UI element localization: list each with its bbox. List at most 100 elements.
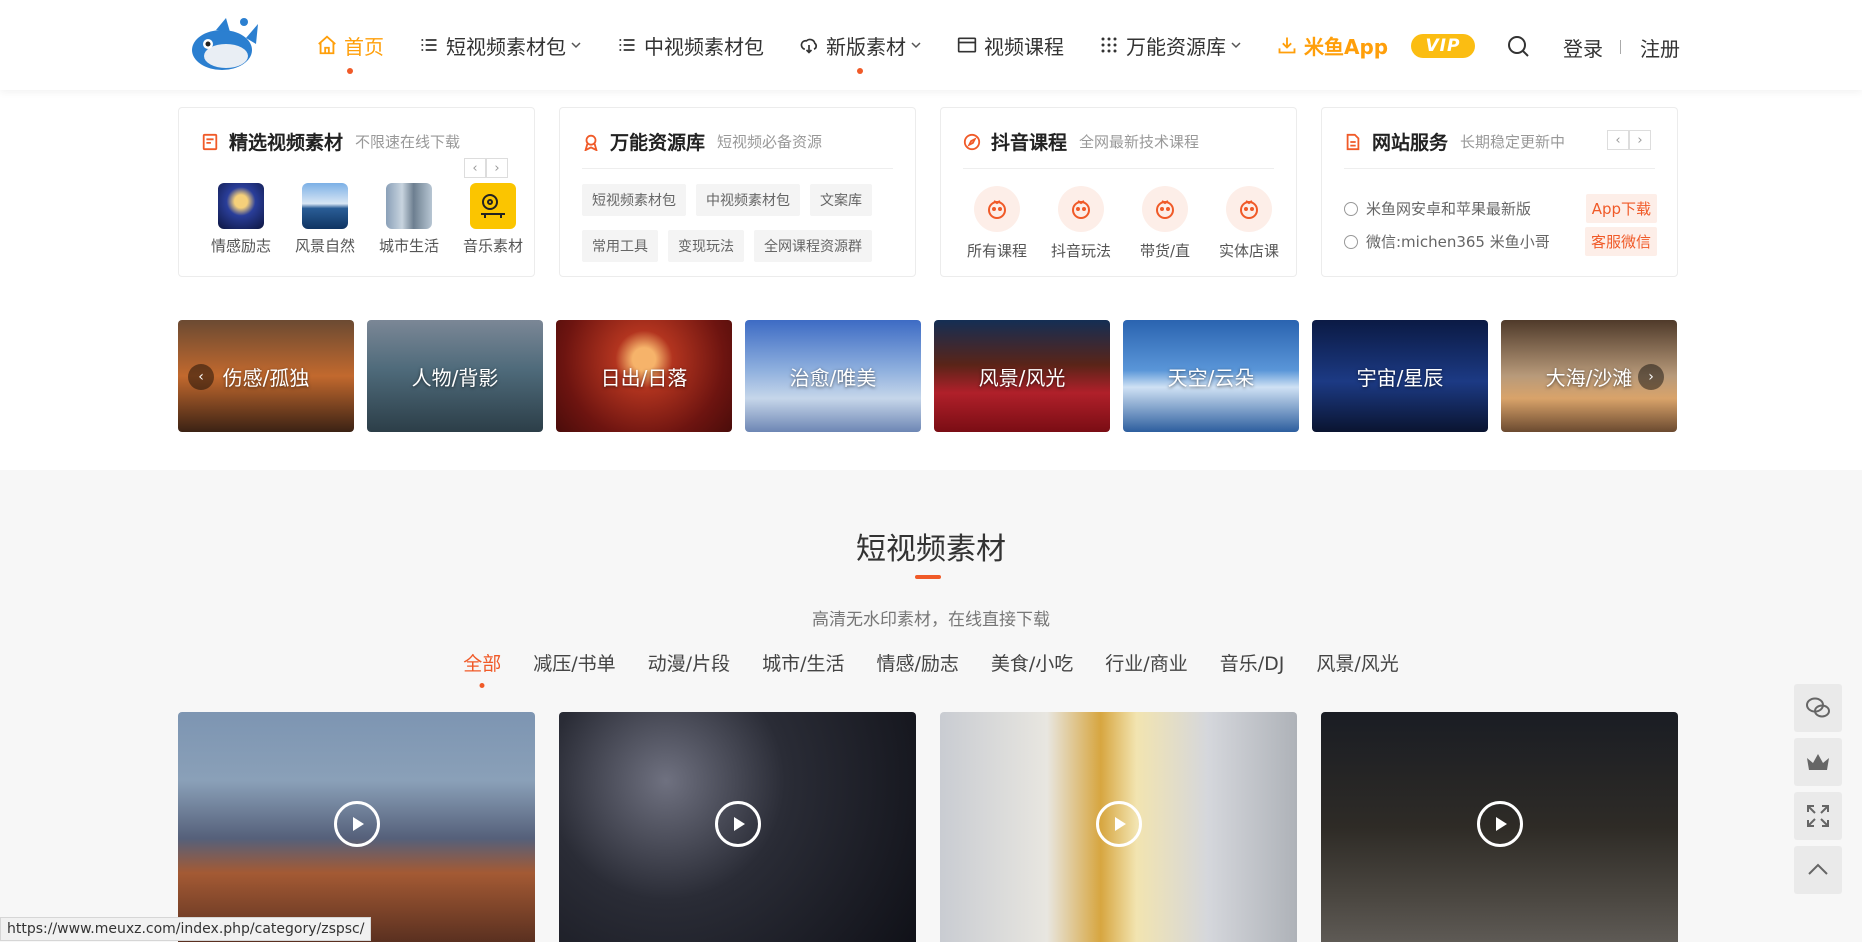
search-icon[interactable]	[1506, 34, 1530, 58]
filter-tab[interactable]: 美食/小吃	[991, 649, 1073, 676]
resource-tag[interactable]: 文案库	[810, 184, 872, 216]
resource-tag[interactable]: 全网课程资源群	[754, 230, 872, 262]
play-icon[interactable]	[1095, 801, 1142, 847]
video-card[interactable]	[559, 712, 916, 942]
main-nav: 首页 短视频素材包 中视频素材包 新版素材 视频课程 万能资源库 米鱼App	[316, 0, 1422, 90]
play-icon[interactable]	[714, 801, 761, 847]
vip-badge[interactable]: VIP	[1411, 34, 1475, 58]
nav-resources[interactable]: 万能资源库	[1098, 0, 1242, 90]
active-dot	[479, 683, 485, 688]
emotion-thumb	[218, 183, 264, 229]
arrow-up-icon[interactable]	[1794, 846, 1842, 894]
document-icon	[202, 133, 218, 150]
award-icon	[584, 134, 598, 151]
nav-app[interactable]: 米鱼App	[1276, 0, 1388, 90]
course-item[interactable]: 所有课程	[955, 186, 1039, 261]
card-title: 网站服务	[1372, 132, 1449, 154]
filter-tab[interactable]: 动漫/片段	[648, 649, 730, 676]
course-icon	[1226, 186, 1272, 232]
nav-short-pack-label: 短视频素材包	[446, 34, 566, 59]
card-title: 抖音课程	[991, 132, 1068, 154]
banner-label: 风景/风光	[978, 365, 1066, 390]
resource-tag[interactable]: 变现玩法	[668, 230, 744, 262]
floating-toolbar	[1794, 684, 1842, 900]
wechat-icon[interactable]	[1794, 684, 1842, 732]
banner-item[interactable]: 天空/云朵	[1123, 320, 1299, 432]
download-icon	[1276, 34, 1298, 56]
site-logo[interactable]	[186, 14, 260, 74]
new-dot	[857, 68, 863, 74]
chevron-left-icon[interactable]: ‹	[464, 158, 486, 178]
card-subtitle: 短视频必备资源	[717, 133, 823, 151]
chevron-right-icon[interactable]: ›	[1629, 130, 1651, 150]
course-item[interactable]: 带货/直	[1123, 186, 1207, 261]
filter-tab[interactable]: 音乐/DJ	[1220, 649, 1285, 676]
category-label: 城市生活	[378, 237, 439, 255]
course-item[interactable]: 抖音玩法	[1039, 186, 1123, 261]
banner-item[interactable]: 人物/背影	[367, 320, 543, 432]
card-header: 万能资源库 短视频必备资源	[582, 128, 822, 155]
home-icon	[316, 34, 338, 56]
resource-tag[interactable]: 常用工具	[582, 230, 658, 262]
category-city[interactable]: 城市生活	[367, 183, 451, 256]
grid-icon	[1098, 34, 1120, 56]
register-link[interactable]: 注册	[1640, 33, 1680, 62]
filter-tab-all[interactable]: 全部	[463, 649, 501, 688]
resource-tag[interactable]: 短视频素材包	[582, 184, 686, 216]
card-subtitle: 不限速在线下载	[355, 133, 461, 151]
login-link[interactable]: 登录	[1563, 33, 1603, 62]
fullscreen-icon[interactable]	[1794, 792, 1842, 840]
wechat-service-button[interactable]: 客服微信	[1584, 227, 1657, 256]
chevron-right-icon[interactable]: ›	[486, 158, 508, 178]
featured-card: 精选视频素材 不限速在线下载 ‹ › 情感励志 风景自然 城市生活 音乐素材	[178, 107, 535, 277]
course-label: 所有课程	[966, 242, 1027, 260]
play-icon[interactable]	[333, 801, 380, 847]
resource-tags: 短视频素材包 中视频素材包 文案库 常用工具 变现玩法 全网课程资源群	[582, 184, 902, 276]
resource-tag[interactable]: 中视频素材包	[696, 184, 800, 216]
category-music[interactable]: 音乐素材	[451, 183, 535, 256]
service-line[interactable]: 米鱼网安卓和苹果最新版	[1344, 198, 1531, 219]
filter-tab[interactable]: 城市/生活	[762, 649, 844, 676]
app-download-button[interactable]: App下载	[1585, 194, 1657, 223]
nav-video-course[interactable]: 视频课程	[956, 0, 1064, 90]
banner-item[interactable]: 宇宙/星辰	[1312, 320, 1488, 432]
banner-label: 伤感/孤独	[222, 365, 310, 390]
category-scenery[interactable]: 风景自然	[283, 183, 367, 256]
video-card[interactable]	[1321, 712, 1678, 942]
nav-home[interactable]: 首页	[316, 0, 384, 90]
category-emotion[interactable]: 情感励志	[199, 183, 283, 256]
chevron-left-icon[interactable]: ‹	[1607, 130, 1629, 150]
filter-tab[interactable]: 情感/励志	[876, 649, 958, 676]
carousel-arrows: ‹ ›	[464, 158, 508, 178]
list-icon	[616, 34, 638, 56]
service-line[interactable]: 微信:michen365 米鱼小哥	[1344, 231, 1550, 252]
course-icon	[1142, 186, 1188, 232]
banner-item[interactable]: 风景/风光	[934, 320, 1110, 432]
filter-tab[interactable]: 风景/风光	[1316, 649, 1398, 676]
compass-icon	[963, 133, 981, 150]
active-dot	[347, 68, 353, 74]
banner-label: 天空/云朵	[1167, 365, 1255, 390]
video-card[interactable]	[178, 712, 535, 942]
video-card[interactable]	[940, 712, 1297, 942]
cloud-download-icon	[798, 34, 820, 56]
card-header: 抖音课程 全网最新技术课程	[963, 128, 1199, 155]
filter-tab[interactable]: 行业/商业	[1105, 649, 1187, 676]
banner-item[interactable]: 治愈/唯美	[745, 320, 921, 432]
chevron-left-icon[interactable]: ‹	[188, 364, 214, 390]
video-grid	[178, 712, 1678, 942]
chevron-down-icon	[1231, 42, 1241, 49]
crown-icon[interactable]	[1794, 738, 1842, 786]
banner-label: 人物/背影	[411, 365, 499, 390]
card-divider	[582, 168, 893, 169]
nav-new-material[interactable]: 新版素材	[798, 0, 922, 90]
nav-home-label: 首页	[344, 34, 384, 59]
nav-mid-pack[interactable]: 中视频素材包	[616, 0, 764, 90]
banner-item[interactable]: 日出/日落	[556, 320, 732, 432]
list-icon	[418, 34, 440, 56]
chevron-right-icon[interactable]: ›	[1638, 364, 1664, 390]
filter-tab[interactable]: 减压/书单	[533, 649, 615, 676]
nav-short-pack[interactable]: 短视频素材包	[418, 0, 582, 90]
play-icon[interactable]	[1476, 801, 1523, 847]
course-item[interactable]: 实体店课	[1207, 186, 1291, 261]
